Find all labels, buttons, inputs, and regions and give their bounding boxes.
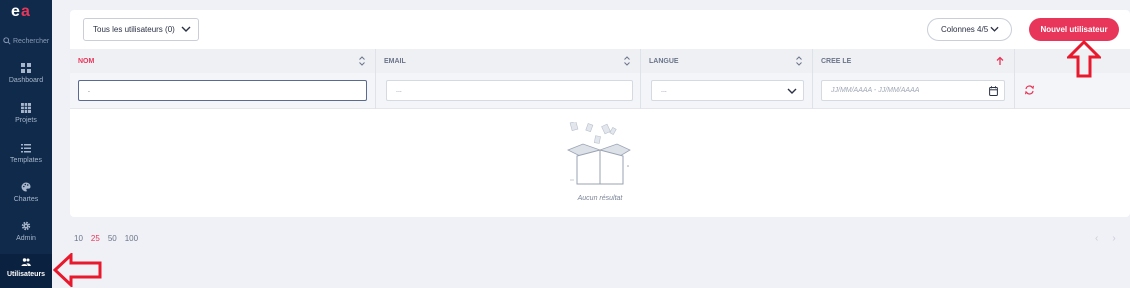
empty-box-icon — [567, 122, 631, 185]
calendar-icon[interactable] — [989, 86, 998, 96]
sidebar-item-label: Templates — [10, 157, 42, 164]
filter-cell-langue: ... — [641, 73, 813, 109]
chevron-down-icon — [181, 26, 191, 32]
sidebar-search[interactable]: Rechercher — [0, 34, 52, 48]
sort-ascending-icon[interactable] — [996, 56, 1004, 66]
page-size-option-current[interactable]: 25 — [91, 234, 100, 243]
svg-text:e: e — [11, 3, 20, 20]
reset-filters-icon[interactable] — [1024, 85, 1035, 95]
page-size-selector: 10 25 50 100 — [74, 234, 138, 243]
nom-filter-input[interactable]: . — [78, 80, 367, 101]
column-header-cree-le[interactable]: CREE LE — [813, 49, 1015, 73]
langue-filter-select[interactable]: ... — [651, 80, 804, 101]
date-range-input[interactable]: JJ/MM/AAAA - JJ/MM/AAAA — [821, 80, 1005, 101]
sidebar-item-chartes[interactable]: Chartes — [0, 179, 52, 215]
sidebar-item-label: Utilisateurs — [6, 271, 46, 278]
langue-filter-value: ... — [661, 87, 667, 94]
column-header-email[interactable]: EMAIL — [376, 49, 641, 73]
page-size-option[interactable]: 50 — [108, 234, 117, 243]
filter-cell-date: JJ/MM/AAAA - JJ/MM/AAAA — [813, 73, 1015, 109]
pagination-arrows: ‹ › — [1095, 233, 1116, 244]
sort-icon[interactable] — [796, 56, 802, 66]
email-filter-input[interactable]: ... — [386, 80, 633, 101]
column-header-label: CREE LE — [821, 57, 852, 65]
columns-button[interactable]: Colonnes 4/5 — [927, 18, 1012, 41]
chevron-down-icon — [787, 88, 797, 94]
app-logo[interactable]: e a — [10, 2, 40, 20]
previous-page-icon[interactable]: ‹ — [1095, 233, 1098, 244]
annotation-arrow-left-icon — [53, 253, 102, 287]
filter-cell-nom: . — [70, 73, 376, 109]
dashboard-icon — [21, 63, 31, 73]
sidebar-search-label: Rechercher — [13, 37, 50, 45]
sort-icon[interactable] — [359, 56, 365, 66]
sidebar-item-admin[interactable]: Admin — [0, 218, 52, 254]
page-size-option[interactable]: 100 — [125, 234, 138, 243]
column-header-label: NOM — [78, 57, 95, 65]
user-filter-value: Tous les utilisateurs (0) — [93, 25, 175, 34]
templates-icon — [21, 144, 31, 153]
user-filter-select[interactable]: Tous les utilisateurs (0) — [83, 18, 199, 41]
columns-button-label: Colonnes 4/5 — [941, 25, 989, 34]
sidebar-item-label: Chartes — [13, 196, 39, 203]
gear-icon — [21, 221, 31, 231]
sidebar-item-label: Projets — [15, 117, 37, 124]
column-header-nom[interactable]: NOM — [70, 49, 376, 73]
date-range-placeholder: JJ/MM/AAAA - JJ/MM/AAAA — [831, 87, 920, 94]
filter-row: . ... ... JJ/MM/AAAA - JJ/MM/AAAA — [70, 73, 1130, 109]
sidebar-item-templates[interactable]: Templates — [0, 140, 52, 176]
chevron-down-icon — [990, 26, 999, 32]
next-page-icon[interactable]: › — [1112, 233, 1115, 244]
projects-icon — [21, 103, 31, 113]
column-header-langue[interactable]: LANGUE — [641, 49, 813, 73]
users-icon — [21, 258, 31, 266]
palette-icon — [21, 182, 31, 192]
sidebar-item-label: Admin — [16, 235, 36, 242]
users-card: Tous les utilisateurs (0) Colonnes 4/5 N… — [70, 10, 1130, 217]
sort-icon[interactable] — [624, 56, 630, 66]
sidebar-item-projets[interactable]: Projets — [0, 100, 52, 136]
svg-text:a: a — [21, 3, 30, 20]
sidebar: e a Rechercher Dashboard Projets Templat… — [0, 0, 52, 288]
search-icon — [3, 37, 11, 45]
column-header-label: EMAIL — [384, 57, 406, 65]
annotation-arrow-up-icon — [1067, 40, 1101, 78]
sidebar-item-dashboard[interactable]: Dashboard — [0, 60, 52, 96]
empty-state-text: Aucun résultat — [577, 195, 623, 202]
filter-cell-email: ... — [376, 73, 641, 109]
sidebar-item-label: Dashboard — [8, 77, 44, 84]
new-user-button[interactable]: Nouvel utilisateur — [1029, 18, 1119, 41]
page-size-option[interactable]: 10 — [74, 234, 83, 243]
table-header: NOM EMAIL LANGUE CREE LE — [70, 49, 1130, 73]
sidebar-item-utilisateurs[interactable]: Utilisateurs — [0, 254, 52, 288]
column-header-label: LANGUE — [649, 57, 679, 65]
